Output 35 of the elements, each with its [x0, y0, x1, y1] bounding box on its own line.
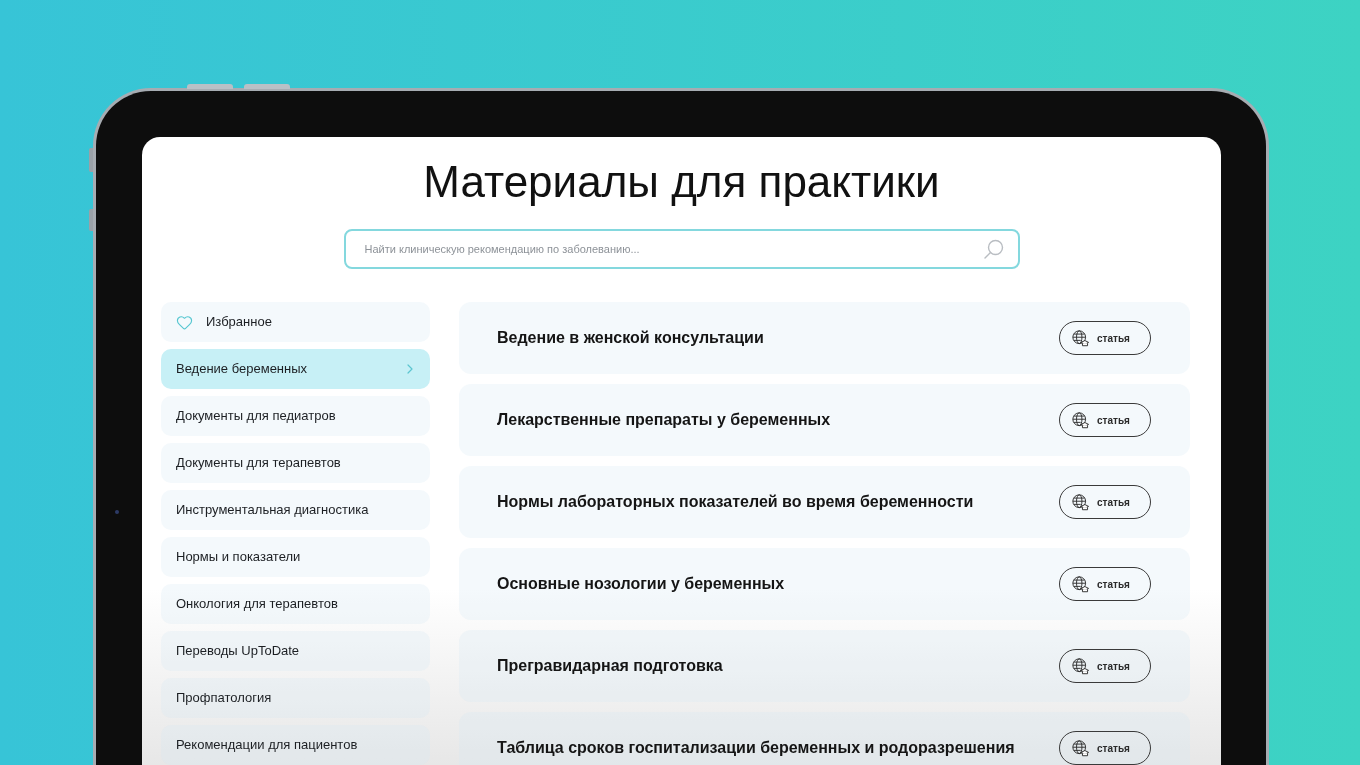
material-card[interactable]: Прегравидарная подготовка статья [459, 630, 1190, 702]
search-field[interactable]: Найти клиническую рекомендацию по заболеванию... [343, 229, 1020, 269]
material-title: Ведение в женской консультации [497, 328, 764, 348]
material-title: Лекарственные препараты у беременных [497, 410, 831, 430]
heart-icon [176, 313, 193, 331]
globe-graduation-cap-icon [1072, 657, 1089, 675]
globe-graduation-cap-icon [1072, 575, 1089, 593]
sidebar-item[interactable]: Документы для терапевтов [161, 443, 430, 483]
sidebar-item[interactable]: Документы для педиатров [161, 396, 430, 436]
sidebar-item[interactable]: Переводы UpToDate [161, 631, 430, 671]
globe-graduation-cap-icon [1072, 493, 1089, 511]
hardware-button-icon [187, 84, 233, 89]
sidebar-item[interactable]: Нормы и показатели [161, 537, 430, 577]
material-card[interactable]: Лекарственные препараты у беременных статья [459, 384, 1190, 456]
material-card[interactable]: Основные нозологии у беременных статья [459, 548, 1190, 620]
page-title: Материалы для практики [422, 156, 941, 208]
material-card[interactable]: Ведение в женской консультации статья [459, 302, 1190, 374]
material-title: Основные нозологии у беременных [497, 574, 785, 594]
material-title: Таблица сроков госпитализации беременных и родоразрешения [497, 738, 1015, 758]
material-title: Прегравидарная подготовка [497, 656, 723, 676]
sidebar-item[interactable]: Ведение беременных [161, 349, 430, 389]
material-card[interactable]: Нормы лабораторных показателей во время беременности статья [459, 466, 1190, 538]
globe-graduation-cap-icon [1072, 411, 1089, 429]
material-title: Нормы лабораторных показателей во время беременности [497, 492, 974, 512]
sidebar-item[interactable]: Онкология для терапевтов [161, 584, 430, 624]
search-icon [983, 239, 1004, 259]
sidebar-item[interactable]: Профпатология [161, 678, 430, 718]
hardware-button-icon [244, 84, 290, 89]
sidebar-item[interactable]: Рекомендации для пациентов [161, 725, 430, 765]
globe-graduation-cap-icon [1072, 329, 1089, 347]
globe-graduation-cap-icon [1072, 739, 1089, 757]
camera-icon [115, 510, 119, 514]
material-card[interactable]: Таблица сроков госпитализации беременных и родоразрешения статья [459, 712, 1190, 765]
sidebar-item[interactable]: Инструментальная диагностика [161, 490, 430, 530]
sidebar-item[interactable]: Избранное [161, 302, 430, 342]
